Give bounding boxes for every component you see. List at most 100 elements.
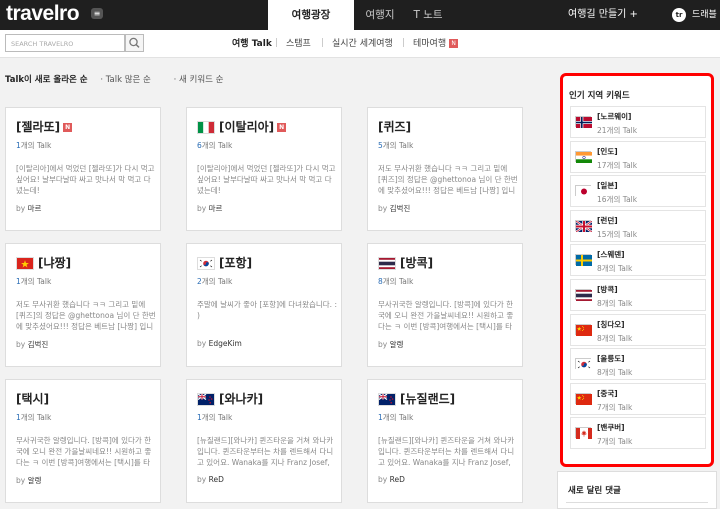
card-title[interactable]: [포항] <box>197 254 252 271</box>
subnav-stamp[interactable]: 스탬프 <box>286 36 311 49</box>
by-label: by <box>378 475 390 484</box>
talk-count: 5개의 Talk <box>378 140 413 151</box>
card-title-text: [방콕] <box>400 256 434 270</box>
card-excerpt: [뉴질랜드][와나카] 퀸즈타운을 거쳐 와나카입니다. 퀸즈타운부터는 차를 … <box>378 436 515 467</box>
user-avatar[interactable]: tr <box>672 8 686 22</box>
talk-card[interactable]: [와나카] 1개의 Talk [뉴질랜드][와나카] 퀸즈타운을 거쳐 와나카입니다… <box>186 379 342 503</box>
author-name[interactable]: 알렝 <box>28 476 42 485</box>
by-label: by <box>16 340 28 349</box>
card-title[interactable]: [이탈리아] N <box>197 118 287 135</box>
search-icon <box>129 37 140 48</box>
keyword-count: 8개의 Talk <box>597 368 633 378</box>
tab-destinations[interactable]: 여행지 <box>356 0 404 30</box>
keyword-item[interactable]: [중국] 7개의 Talk <box>570 382 706 415</box>
new-badge: N <box>277 123 287 132</box>
tab-t-note[interactable]: T 노트 <box>404 0 452 30</box>
by-label: by <box>16 476 28 485</box>
author-name[interactable]: 김벅진 <box>28 340 49 349</box>
author-name[interactable]: 김벅진 <box>390 204 411 213</box>
flag-cn-icon <box>575 323 592 336</box>
subnav-realtime-travel[interactable]: 실시간 세계여행 <box>332 36 393 49</box>
by-label: by <box>197 475 209 484</box>
keyword-item[interactable]: [스웨덴] 8개의 Talk <box>570 244 706 277</box>
card-excerpt: [뉴질랜드][와나카] 퀸즈타운을 거쳐 와나카입니다. 퀸즈타운부터는 차를 … <box>197 436 334 467</box>
card-title-text: [와나카] <box>219 392 264 406</box>
author-name[interactable]: ReD <box>390 475 405 484</box>
card-excerpt: 무사귀국한 알렝입니다. [방콕]에 있다가 한국에 오니 완전 가을날씨네요!… <box>16 436 152 467</box>
talk-count: 2개의 Talk <box>197 276 232 287</box>
keyword-name: [방콕] <box>597 285 618 294</box>
card-title[interactable]: [택시] <box>16 390 49 407</box>
flag-nz-icon <box>197 393 215 406</box>
user-menu[interactable]: 드래블로 ▾ <box>692 0 720 50</box>
sort-newest[interactable]: Talk이 새로 올라온 순 <box>5 75 88 85</box>
keyword-name: [스웨덴] <box>597 250 625 260</box>
new-badge: N <box>63 123 73 132</box>
keyword-item[interactable]: [노르웨이] 21개의 Talk <box>570 106 706 138</box>
by-label: by <box>16 204 28 213</box>
author-name[interactable]: 알렝 <box>390 340 404 349</box>
author-name[interactable]: EdgeKim <box>209 339 242 348</box>
talk-count: 8개의 Talk <box>378 276 413 287</box>
author-name[interactable]: 마르 <box>209 204 223 213</box>
talk-card[interactable]: [냐짱] 1개의 Talk 저도 무사귀환 했습니다 ㅋㅋ 그리고 밑에 [퀴즈]의… <box>5 243 161 367</box>
card-title[interactable]: [퀴즈] <box>378 118 411 135</box>
tab-travel-square[interactable]: 여행광장 <box>268 0 354 30</box>
divider <box>566 502 708 503</box>
keyword-item[interactable]: [울릉도] 8개의 Talk <box>570 348 706 381</box>
keyword-item[interactable]: [런던] 15개의 Talk <box>570 209 706 242</box>
card-title[interactable]: [뉴질랜드] <box>378 390 455 407</box>
by-label: by <box>378 340 390 349</box>
search-input[interactable]: SEARCH TRAVELRO <box>5 34 125 52</box>
talk-card[interactable]: [퀴즈] 5개의 Talk 저도 무사귀환 했습니다 ㅋㅋ 그리고 밑에 [퀴즈]의… <box>367 107 523 231</box>
talk-count: 1개의 Talk <box>378 412 413 423</box>
keyword-count: 8개의 Talk <box>597 264 633 274</box>
talk-count: 1개의 Talk <box>197 412 232 423</box>
keyword-item[interactable]: [칭다오] 8개의 Talk <box>570 313 706 346</box>
card-title[interactable]: [냐짱] <box>16 254 71 271</box>
card-author: by EdgeKim <box>197 339 242 348</box>
talk-count: 1개의 Talk <box>16 140 51 151</box>
menu-icon[interactable]: ≡ <box>91 8 103 19</box>
talk-count-unit: 개의 Talk <box>20 141 52 150</box>
keyword-item[interactable]: [인도] 17개의 Talk <box>570 140 706 173</box>
keyword-item[interactable]: [밴쿠버] 7개의 Talk <box>570 417 706 450</box>
subnav-theme-travel[interactable]: 테마여행 N <box>413 36 459 49</box>
card-title[interactable]: [와나카] <box>197 390 263 407</box>
card-author: by 김벅진 <box>16 339 48 350</box>
keyword-item[interactable]: [일본] 16개의 Talk <box>570 175 706 208</box>
travelro-logo[interactable]: travelro <box>6 2 80 26</box>
talk-card[interactable]: [젤라또] N 1개의 Talk [이탈리아]에서 먹었던 [젤라또]가 다시 먹고싶… <box>5 107 161 231</box>
talk-count-unit: 개의 Talk <box>382 413 414 422</box>
new-comments-title: 새로 달린 댓글 <box>568 486 621 496</box>
talk-count-unit: 개의 Talk <box>201 413 233 422</box>
sort-new-keyword[interactable]: · 새 키워드 순 <box>174 75 234 85</box>
keyword-item[interactable]: [방콕] 8개의 Talk <box>570 279 706 311</box>
card-title[interactable]: [방콕] <box>378 254 433 271</box>
flag-kr-icon <box>197 257 215 270</box>
keyword-count: 7개의 Talk <box>597 437 633 447</box>
keyword-name: [중국] <box>597 388 618 398</box>
talk-count: 1개의 Talk <box>16 276 51 287</box>
card-author: by ReD <box>378 475 405 484</box>
author-name[interactable]: 마르 <box>28 204 42 213</box>
flag-in-icon <box>575 150 592 163</box>
flag-jp-icon <box>575 185 592 198</box>
talk-card[interactable]: [택시] 1개의 Talk 무사귀국한 알렝입니다. [방콕]에 있다가 한국에 오… <box>5 379 161 503</box>
search-button[interactable] <box>125 34 144 52</box>
talk-card[interactable]: [뉴질랜드] 1개의 Talk [뉴질랜드][와나카] 퀸즈타운을 거쳐 와나카입니… <box>367 379 523 503</box>
sort-most-talk[interactable]: · Talk 많은 순 <box>100 75 161 85</box>
author-name[interactable]: ReD <box>209 475 224 484</box>
talk-card[interactable]: [방콕] 8개의 Talk 무사귀국한 알렝입니다. [방콕]에 있다가 한국에 오… <box>367 243 523 367</box>
subnav-travel-talk[interactable]: 여행 Talk <box>232 36 272 49</box>
sort-new-keyword-label: 새 키워드 순 <box>179 75 224 85</box>
card-author: by 알렝 <box>16 475 41 486</box>
keyword-name: [울릉도] <box>597 354 625 364</box>
card-title-text: [이탈리아] <box>219 120 275 134</box>
make-trip-link[interactable]: 여행길 만들기 + <box>568 0 638 30</box>
talk-card[interactable]: [포항] 2개의 Talk 주말에 날씨가 좋아 [포항]에 다녀왔습니다. : )… <box>186 243 342 367</box>
popular-keywords-panel: 인기 지역 키워드 [노르웨이] 21개의 Talk [인도] 17개의 Talk [일… <box>560 73 714 467</box>
talk-card[interactable]: [이탈리아] N 6개의 Talk [이탈리아]에서 먹었던 [젤라또]가 다시 먹고… <box>186 107 342 231</box>
flag-th-icon <box>378 257 396 270</box>
card-title[interactable]: [젤라또] N <box>16 118 73 135</box>
